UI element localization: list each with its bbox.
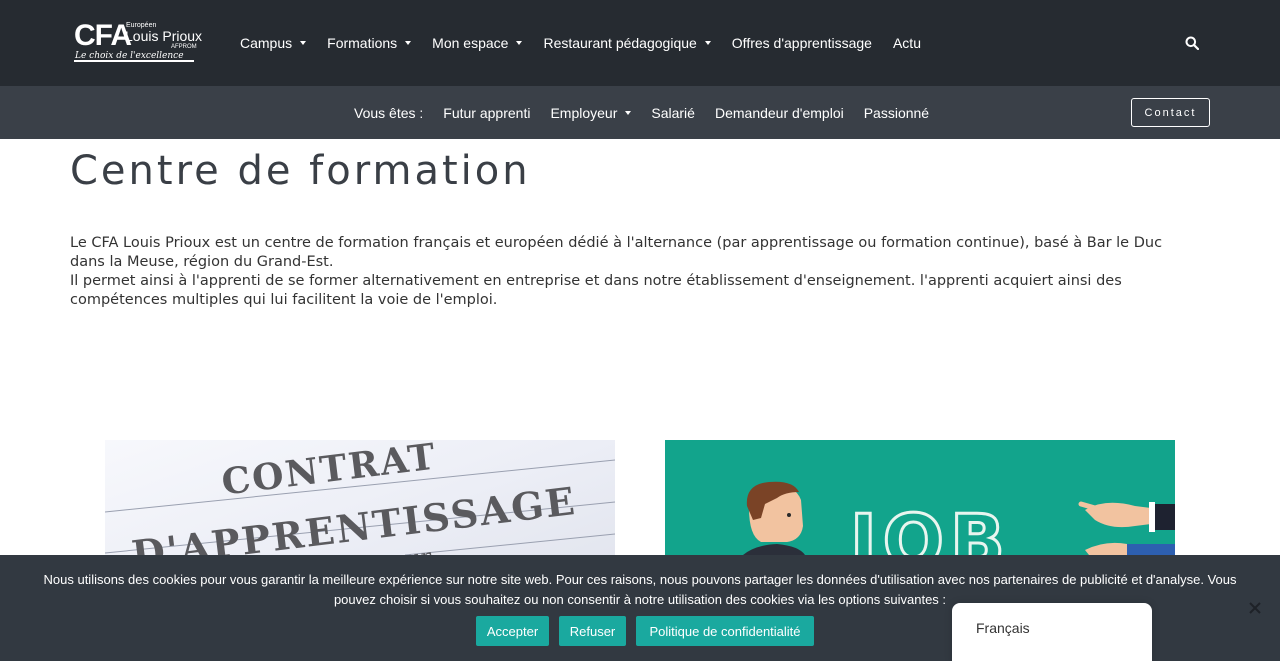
job-illustration-image[interactable]: JOB [665, 440, 1175, 555]
contact-button[interactable]: Contact [1131, 98, 1210, 127]
person-illustration [743, 481, 805, 555]
caret-down-icon [405, 41, 412, 45]
audience-item-label: Salarié [651, 105, 695, 121]
audience-item-salarie[interactable]: Salarié [651, 105, 695, 121]
search-icon[interactable] [1185, 36, 1200, 51]
job-word: JOB [845, 499, 1011, 555]
contrat-apprentissage-image[interactable]: CONTRAT D'APPRENTISSAGE L'employeur [105, 440, 615, 555]
contrat-line-2: D'APPRENTISSAGE [129, 478, 579, 555]
logo-tagline: Le choix de l'excellence [75, 51, 184, 61]
audience-item-passionne[interactable]: Passionné [864, 105, 929, 121]
main-nav: Campus Formations Mon espace Restaurant … [240, 33, 942, 53]
site-logo[interactable]: CFA Européen Louis Prioux AFPROM Le choi… [74, 19, 202, 66]
language-current: Français [976, 620, 1030, 636]
nav-item-label: Formations [327, 35, 398, 51]
audience-prefix: Vous êtes : [354, 105, 424, 121]
caret-down-icon [516, 41, 523, 45]
audience-item-demandeur[interactable]: Demandeur d'emploi [715, 105, 844, 121]
page-title: Centre de formation [70, 148, 531, 194]
logo-brand: CFA [74, 19, 132, 52]
nav-item-label: Actu [892, 35, 921, 51]
hands-illustration [1078, 501, 1175, 555]
intro-text: Le CFA Louis Prioux est un centre de for… [70, 234, 1190, 310]
nav-item-mon-espace[interactable]: Mon espace [432, 35, 523, 51]
audience-nav: Vous êtes : Futur apprenti Employeur Sal… [354, 103, 949, 123]
contrat-line-1: CONTRAT [219, 440, 439, 504]
top-header: CFA Européen Louis Prioux AFPROM Le choi… [0, 0, 1280, 86]
logo-name: Louis Prioux [125, 28, 203, 44]
cookie-accept-button[interactable]: Accepter [476, 616, 549, 646]
nav-item-actu[interactable]: Actu [893, 35, 921, 51]
caret-down-icon [625, 111, 632, 115]
nav-item-label: Mon espace [432, 35, 509, 51]
nav-item-offres[interactable]: Offres d'apprentissage [732, 35, 872, 51]
nav-item-formations[interactable]: Formations [327, 35, 412, 51]
nav-item-restaurant[interactable]: Restaurant pédagogique [543, 35, 711, 51]
nav-item-label: Restaurant pédagogique [543, 35, 697, 51]
close-icon[interactable] [1248, 601, 1262, 615]
audience-item-employeur[interactable]: Employeur [550, 105, 632, 121]
logo-afprom: AFPROM [171, 44, 197, 50]
nav-item-label: Offres d'apprentissage [731, 35, 872, 51]
audience-item-label: Demandeur d'emploi [714, 105, 844, 121]
cookie-policy-button[interactable]: Politique de confidentialité [636, 616, 814, 646]
audience-item-label: Passionné [863, 105, 930, 121]
intro-paragraph-2: Il permet ainsi à l'apprenti de se forme… [70, 273, 1122, 308]
caret-down-icon [704, 41, 711, 45]
audience-item-label: Employeur [550, 105, 618, 121]
caret-down-icon [300, 41, 307, 45]
nav-item-label: Campus [240, 35, 293, 51]
audience-item-futur-apprenti[interactable]: Futur apprenti [443, 105, 530, 121]
audience-item-label: Futur apprenti [443, 105, 531, 121]
cookie-refuse-button[interactable]: Refuser [559, 616, 626, 646]
intro-paragraph-1: Le CFA Louis Prioux est un centre de for… [70, 235, 1163, 270]
language-switcher[interactable]: Français [952, 603, 1152, 661]
nav-item-campus[interactable]: Campus [240, 35, 307, 51]
